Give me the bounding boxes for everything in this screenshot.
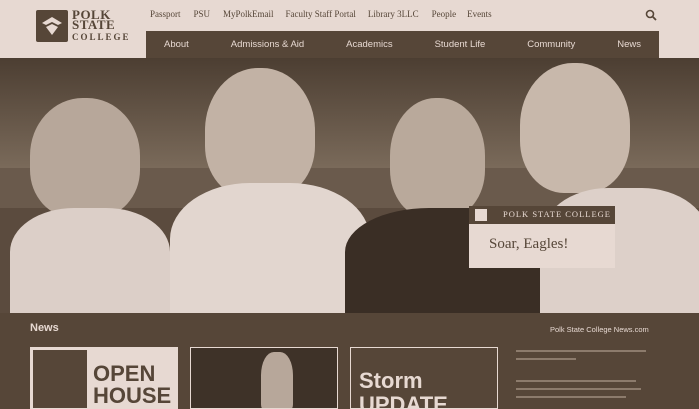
news-card-photo xyxy=(33,350,87,408)
nav-student-life[interactable]: Student Life xyxy=(435,39,486,50)
news-card-title-line1: OPEN xyxy=(93,361,156,386)
news-card-photo xyxy=(261,352,293,408)
logo-line-3: COLLEGE xyxy=(72,32,131,42)
logo-line-2: STATE xyxy=(72,17,116,32)
utility-link-events[interactable]: Events xyxy=(467,9,492,23)
player-jersey xyxy=(10,208,170,313)
utility-link-passport[interactable]: Passport xyxy=(150,9,181,23)
callout-bar: POLK STATE COLLEGE xyxy=(469,206,615,224)
news-card-open-house[interactable]: OPEN HOUSE xyxy=(30,347,178,409)
hero-callout[interactable]: POLK STATE COLLEGE Soar, Eagles! xyxy=(469,206,615,268)
nav-community[interactable]: Community xyxy=(527,39,575,50)
college-logo[interactable]: POLK STATE COLLEGE xyxy=(36,8,136,44)
news-site-link[interactable]: Polk State College News.com xyxy=(550,325,649,334)
nav-academics[interactable]: Academics xyxy=(346,39,392,50)
utility-link-people[interactable]: People xyxy=(432,9,457,23)
nav-admissions[interactable]: Admissions & Aid xyxy=(231,39,304,50)
hero-image: POLK STATE COLLEGE Soar, Eagles! xyxy=(0,58,699,313)
news-heading: News xyxy=(30,322,59,334)
utility-link-psu[interactable]: PSU xyxy=(194,9,211,23)
news-card-title-line2: UPDATE xyxy=(359,392,448,409)
site-header: POLK STATE COLLEGE Passport PSU MyPolkEm… xyxy=(0,0,699,58)
player-figure xyxy=(520,63,630,193)
news-card-photo-story[interactable] xyxy=(190,347,338,409)
news-list-preview xyxy=(516,350,666,404)
nav-about[interactable]: About xyxy=(164,39,189,50)
eagle-logo-icon xyxy=(475,209,487,221)
eagle-logo-icon xyxy=(36,10,68,42)
player-figure xyxy=(30,98,140,218)
player-figure xyxy=(205,68,315,198)
news-card-title-line2: HOUSE xyxy=(93,383,172,408)
news-card-storm-update[interactable]: Storm UPDATE xyxy=(350,347,498,409)
callout-bar-text: POLK STATE COLLEGE xyxy=(503,209,611,219)
utility-link-faculty[interactable]: Faculty Staff Portal xyxy=(286,9,356,23)
callout-tagline: Soar, Eagles! xyxy=(489,236,569,252)
utility-link-library[interactable]: Library 3LLC xyxy=(368,9,419,23)
player-figure xyxy=(390,98,485,218)
player-jersey xyxy=(170,183,370,313)
utility-link-email[interactable]: MyPolkEmail xyxy=(223,9,274,23)
search-icon[interactable] xyxy=(645,8,657,21)
utility-nav: Passport PSU MyPolkEmail Faculty Staff P… xyxy=(150,9,492,23)
main-nav: About Admissions & Aid Academics Student… xyxy=(146,31,659,58)
news-card-title-line1: Storm xyxy=(359,368,423,393)
nav-news[interactable]: News xyxy=(617,39,641,50)
